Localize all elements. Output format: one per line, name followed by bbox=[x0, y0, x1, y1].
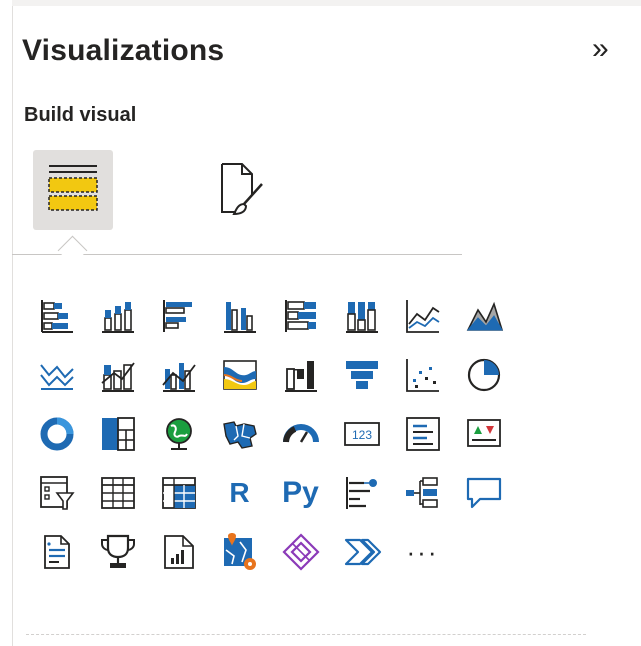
bottom-divider bbox=[26, 634, 586, 635]
line-chart-icon bbox=[405, 299, 439, 333]
kpi-icon bbox=[466, 418, 501, 447]
visual-stacked-bar-chart[interactable] bbox=[26, 286, 87, 345]
table-icon bbox=[100, 476, 135, 509]
clustered-column-chart-icon bbox=[223, 301, 256, 333]
smart-narrative-icon bbox=[43, 534, 70, 569]
more-visuals-icon: ··· bbox=[406, 536, 439, 567]
visual-table[interactable] bbox=[87, 463, 148, 522]
r-script-visual-icon: R bbox=[229, 476, 250, 508]
funnel-icon bbox=[345, 360, 378, 389]
line-and-stacked-column-chart-icon bbox=[100, 361, 135, 392]
tab-build-visual-fields[interactable] bbox=[33, 150, 113, 230]
visual-card[interactable]: 123 bbox=[331, 404, 392, 463]
multi-row-card-icon bbox=[405, 416, 440, 451]
visual-power-apps[interactable] bbox=[270, 522, 331, 581]
visual-key-influencers[interactable] bbox=[331, 463, 392, 522]
visual-metrics[interactable] bbox=[87, 522, 148, 581]
waterfall-chart-icon bbox=[284, 360, 317, 392]
visual-treemap[interactable] bbox=[87, 404, 148, 463]
visual-100-stacked-column-chart[interactable] bbox=[331, 286, 392, 345]
visual-matrix[interactable] bbox=[148, 463, 209, 522]
stacked-bar-chart-icon bbox=[40, 299, 73, 333]
visual-line-and-clustered-column-chart[interactable] bbox=[148, 345, 209, 404]
line-and-clustered-column-chart-icon bbox=[161, 362, 196, 392]
visual-qa[interactable] bbox=[453, 463, 514, 522]
100-stacked-column-chart-icon bbox=[345, 301, 378, 333]
matrix-icon bbox=[161, 476, 196, 509]
100-stacked-bar-chart-icon bbox=[284, 299, 316, 332]
stacked-area-chart-icon bbox=[39, 363, 74, 390]
visual-area-chart[interactable] bbox=[453, 286, 514, 345]
key-influencers-icon bbox=[345, 476, 377, 509]
visual-donut-chart[interactable] bbox=[26, 404, 87, 463]
visual-ribbon-chart[interactable] bbox=[209, 345, 270, 404]
visual-stacked-area-chart[interactable] bbox=[26, 345, 87, 404]
map-icon bbox=[165, 417, 192, 450]
visual-filled-map[interactable] bbox=[209, 404, 270, 463]
python-visual-icon: Py bbox=[282, 475, 319, 509]
visual-waterfall-chart[interactable] bbox=[270, 345, 331, 404]
visual-funnel[interactable] bbox=[331, 345, 392, 404]
visual-map[interactable] bbox=[148, 404, 209, 463]
visual-r-script[interactable]: R bbox=[209, 463, 270, 522]
card-icon: 123 bbox=[343, 421, 380, 446]
visual-line-chart[interactable] bbox=[392, 286, 453, 345]
collapse-pane-button[interactable]: » bbox=[592, 34, 609, 64]
power-apps-icon bbox=[281, 532, 320, 571]
fields-icon bbox=[45, 160, 101, 221]
visual-decomposition-tree[interactable] bbox=[392, 463, 453, 522]
visual-azure-map[interactable] bbox=[209, 522, 270, 581]
ribbon-chart-icon bbox=[222, 359, 257, 390]
azure-map-icon bbox=[223, 532, 256, 570]
scatter-chart-icon bbox=[405, 358, 439, 392]
visual-power-automate[interactable] bbox=[331, 522, 392, 581]
visual-100-stacked-bar-chart[interactable] bbox=[270, 286, 331, 345]
metrics-icon bbox=[100, 534, 135, 568]
visual-more-options[interactable]: ··· bbox=[392, 522, 453, 581]
clustered-bar-chart-icon bbox=[162, 299, 192, 332]
decomposition-tree-icon bbox=[405, 476, 438, 508]
format-visual-icon bbox=[210, 160, 266, 221]
paginated-report-icon bbox=[163, 534, 194, 569]
visual-line-and-stacked-column-chart[interactable] bbox=[87, 345, 148, 404]
build-visual-label: Build visual bbox=[24, 104, 137, 126]
power-automate-icon bbox=[344, 538, 381, 565]
visual-smart-narrative[interactable] bbox=[26, 522, 87, 581]
visual-scatter-chart[interactable] bbox=[392, 345, 453, 404]
visual-paginated-report[interactable] bbox=[148, 522, 209, 581]
donut-chart-icon bbox=[40, 417, 73, 450]
card-icon-text: 123 bbox=[351, 428, 371, 442]
pane-title: Visualizations bbox=[22, 34, 225, 67]
qa-icon bbox=[466, 477, 501, 508]
visual-multi-row-card[interactable] bbox=[392, 404, 453, 463]
area-chart-icon bbox=[466, 301, 503, 331]
visual-clustered-column-chart[interactable] bbox=[209, 286, 270, 345]
gauge-icon bbox=[282, 423, 319, 443]
slicer-icon bbox=[39, 475, 75, 510]
visual-slicer[interactable] bbox=[26, 463, 87, 522]
pie-chart-icon bbox=[467, 358, 500, 391]
stacked-column-chart-icon bbox=[101, 301, 134, 333]
visual-gauge[interactable] bbox=[270, 404, 331, 463]
visual-pie-chart[interactable] bbox=[453, 345, 514, 404]
visual-gallery: 123 R Py ··· bbox=[26, 286, 514, 581]
tab-format-visual[interactable] bbox=[198, 150, 278, 230]
visual-clustered-bar-chart[interactable] bbox=[148, 286, 209, 345]
visual-kpi[interactable] bbox=[453, 404, 514, 463]
filled-map-icon bbox=[222, 420, 257, 449]
visual-stacked-column-chart[interactable] bbox=[87, 286, 148, 345]
treemap-icon bbox=[101, 416, 135, 451]
visual-python[interactable]: Py bbox=[270, 463, 331, 522]
